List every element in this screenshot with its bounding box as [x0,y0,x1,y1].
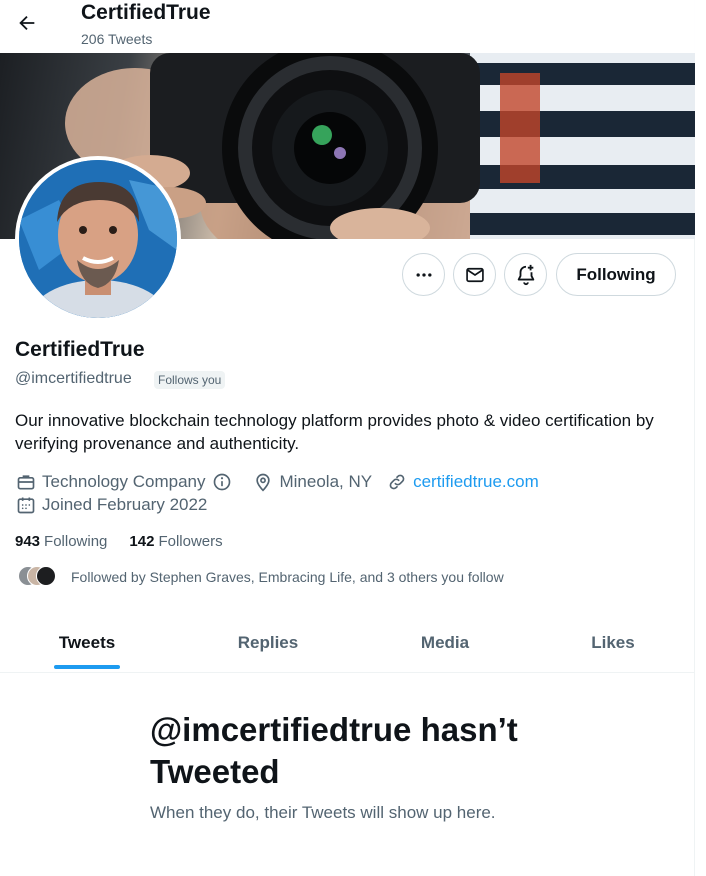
display-name: CertifiedTrue [15,338,145,361]
envelope-icon [465,267,484,282]
followers-label: Followers [158,533,223,550]
following-label: Following [44,533,108,550]
tab-replies[interactable]: Replies [181,614,355,672]
followed-by-row[interactable]: Followed by Stephen Graves, Embracing Li… [18,566,504,588]
profile-joined-row: Joined February 2022 [15,494,207,516]
tab-media[interactable]: Media [358,614,532,672]
briefcase-icon [15,471,37,493]
profile-bio: Our innovative blockchain technology pla… [15,411,654,453]
back-arrow-icon [19,15,35,31]
bell-plus-icon [517,264,534,285]
mutual-avatar [36,566,56,586]
avatar-photo [19,160,177,318]
followers-link[interactable]: 142 Followers [129,533,222,550]
calendar-icon [15,494,37,516]
active-tab-indicator [54,665,120,669]
location-pin-icon [252,471,274,493]
profile-avatar[interactable] [15,156,181,322]
header-title: CertifiedTrue [81,1,211,24]
profile-stats: 943 Following 142 Followers [15,533,223,550]
profile-location: Mineola, NY [279,472,373,491]
empty-state-title: @imcertifiedtrue hasn’t Tweeted [150,711,518,790]
empty-state-subtitle: When they do, their Tweets will show up … [150,803,496,822]
info-icon[interactable] [211,471,233,493]
following-link[interactable]: 943 Following [15,533,107,550]
tab-likes[interactable]: Likes [526,614,700,672]
following-count: 943 [15,533,41,550]
back-button[interactable] [12,8,42,38]
tweet-count: 206 Tweets [81,31,153,47]
profile-category: Technology Company [42,472,206,491]
user-handle: @imcertifiedtrue [15,370,132,387]
profile-website-link[interactable]: certifiedtrue.com [413,472,539,492]
follows-you-badge: Follows you [154,371,226,389]
message-button[interactable] [453,253,496,296]
link-icon [386,471,408,493]
notifications-button[interactable] [504,253,547,296]
profile-meta-row: Technology Company Mineola, NY certified… [15,471,539,493]
followed-by-text: Followed by Stephen Graves, Embracing Li… [71,569,504,585]
tab-tweets[interactable]: Tweets [0,614,174,672]
more-horizontal-icon [416,272,431,277]
more-options-button[interactable] [402,253,445,296]
mutual-follower-avatars [18,566,58,588]
profile-joined-date: Joined February 2022 [42,495,208,514]
profile-column: CertifiedTrue 206 Tweets Following Certi… [0,0,695,876]
followers-count: 142 [129,533,155,550]
profile-header-bar: CertifiedTrue 206 Tweets [0,0,695,53]
following-button[interactable]: Following [556,253,676,296]
